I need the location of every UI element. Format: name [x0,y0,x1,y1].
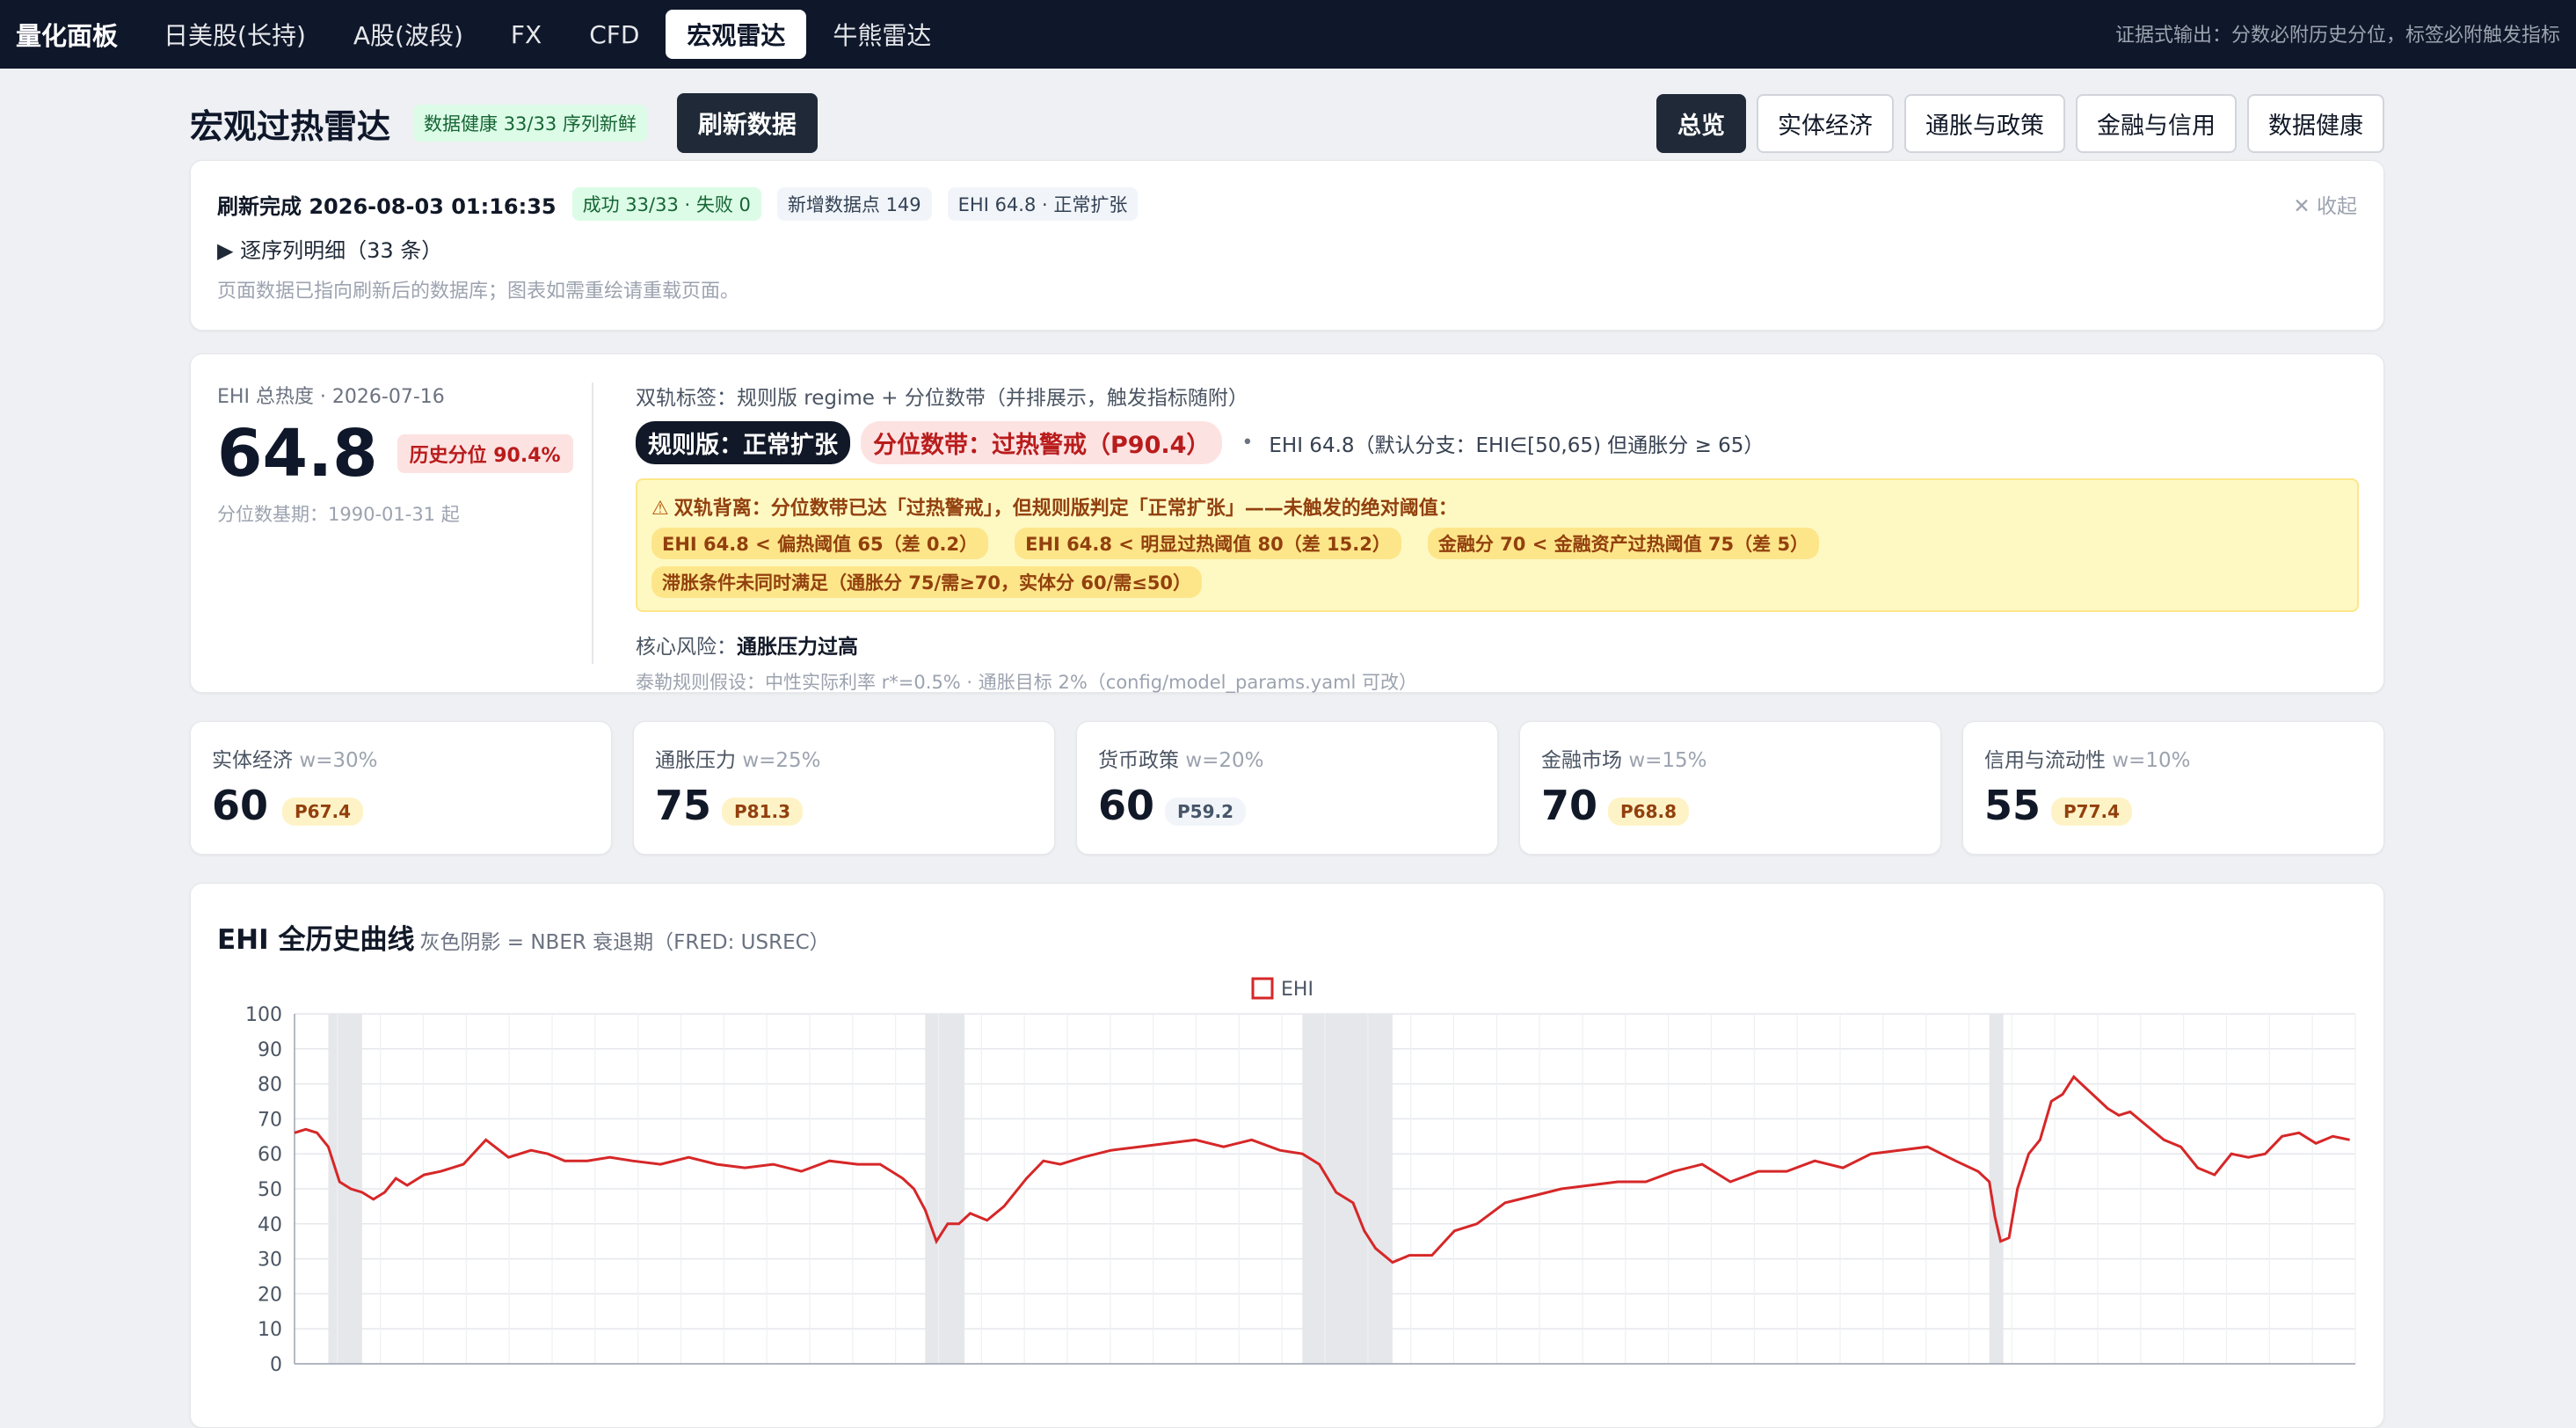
legend-swatch [1251,977,1274,1000]
rule-regime-tag: 规则版：正常扩张 [636,421,850,464]
metric-value: 70 [1541,782,1598,829]
tab-real-economy[interactable]: 实体经济 [1757,93,1894,153]
metric-weight: w=15% [1628,749,1707,772]
threshold-chip: EHI 64.8 < 明显过热阈值 80（差 15.2） [1015,528,1401,559]
ehi-line-chart: 0 10 20 30 40 50 60 70 80 90 100 EHI [245,977,2356,1376]
metric-weight: w=25% [742,749,821,772]
legend-label: EHI [1281,979,1313,1001]
metric-percentile: P59.2 [1165,798,1247,826]
core-risk-value: 通胀压力过高 [737,636,858,659]
warning-title: 双轨背离：分位数带已达「过热警戒」，但规则版判定「正常扩张」——未触发的绝对阈值… [673,498,1458,520]
data-health-badge: 数据健康 33/33 序列新鲜 [413,105,647,142]
metric-weight: w=10% [2112,749,2191,772]
tab-finance-credit[interactable]: 金融与信用 [2076,93,2237,153]
nav-tab-bull-bear-radar[interactable]: 牛熊雷达 [811,10,952,59]
tab-inflation-policy[interactable]: 通胀与政策 [1904,93,2065,153]
metric-weight: w=20% [1185,749,1264,772]
nav-tab-fx[interactable]: FX [490,10,563,59]
metric-card-monetary-policy: 货币政策 w=20% 60 P59.2 [1076,721,1498,855]
collapse-button[interactable]: ✕ 收起 [2293,189,2357,219]
y-tick-label: 20 [258,1284,282,1306]
dual-track-label: 双轨标签：规则版 regime + 分位数带（并排展示，触发指标随附） [636,387,1248,410]
metric-value: 60 [1098,782,1155,829]
metric-percentile: P67.4 [282,798,364,826]
metric-card-inflation: 通胀压力 w=25% 75 P81.3 [633,721,1055,855]
metric-card-real-economy: 实体经济 w=30% 60 P67.4 [190,721,612,855]
y-tick-label: 60 [258,1144,282,1166]
metric-name: 金融市场 [1541,749,1622,772]
metric-percentile: P77.4 [2051,798,2133,826]
taylor-rule-note: 泰勒规则假设：中性实际利率 r*=0.5% · 通胀目标 2%（config/m… [636,672,1418,693]
metric-value: 60 [212,782,269,829]
ehi-percentile-badge: 历史分位 90.4% [397,434,573,473]
view-tabs: 总览 实体经济 通胀与政策 金融与信用 数据健康 [1656,93,2384,153]
metric-card-financial-market: 金融市场 w=15% 70 P68.8 [1519,721,1941,855]
page-title: 宏观过热雷达 [190,106,391,146]
separator-dot: • [1241,432,1254,454]
threshold-chip: 滞胀条件未同时满足（通胀分 75/需≥70，实体分 60/需≤50） [651,566,1203,598]
tab-overview[interactable]: 总览 [1656,93,1746,153]
y-tick-label: 50 [258,1179,282,1201]
divider [592,382,593,664]
y-tick-label: 90 [258,1039,282,1061]
tab-data-health[interactable]: 数据健康 [2247,93,2384,153]
metric-name: 实体经济 [212,749,293,772]
refresh-status-badge: 成功 33/33 · 失败 0 [571,187,761,221]
y-tick-label: 10 [258,1319,282,1341]
nav-tab-macro-radar[interactable]: 宏观雷达 [666,10,807,59]
metric-percentile: P81.3 [722,798,804,826]
metric-name: 通胀压力 [655,749,736,772]
refresh-done-text: 刷新完成 2026-08-03 01:16:35 [217,193,557,219]
ehi-state-badge: EHI 64.8 · 正常扩张 [947,187,1139,221]
metric-value: 55 [1984,782,2041,829]
ehi-score: 64.8 [217,416,378,492]
close-icon: ✕ [2293,195,2317,218]
y-tick-label: 0 [270,1354,282,1376]
metric-name: 信用与流动性 [1984,749,2106,772]
page-header: 宏观过热雷达 数据健康 33/33 序列新鲜 刷新数据 总览 实体经济 通胀与政… [190,93,2384,153]
threshold-chip: EHI 64.8 < 偏热阈值 65（差 0.2） [651,528,989,559]
nav-tab-cfd[interactable]: CFD [568,10,660,59]
percentile-band-tag: 分位数带：过热警戒（P90.4） [861,421,1223,464]
series-detail-toggle[interactable]: ▶ 逐序列明细（33 条） [217,233,442,264]
core-risk: 核心风险：通胀压力过高 [636,636,858,659]
top-nav: 量化面板 日美股(长持) A股(波段) FX CFD 宏观雷达 牛熊雷达 证据式… [0,0,2576,69]
y-tick-label: 30 [258,1250,282,1271]
divergence-warning: ⚠ 双轨背离：分位数带已达「过热警戒」，但规则版判定「正常扩张」——未触发的绝对阈… [636,478,2359,612]
y-tick-label: 40 [258,1214,282,1236]
refresh-result-card: 刷新完成 2026-08-03 01:16:35 成功 33/33 · 失败 0… [190,160,2384,331]
nav-tab-a-shares[interactable]: A股(波段) [332,10,484,59]
percentile-base-note: 分位数基期：1990-01-31 起 [217,504,460,525]
metric-value: 75 [655,782,712,829]
warning-icon: ⚠ [651,498,669,520]
brand-logo[interactable]: 量化面板 [16,16,118,53]
y-tick-label: 100 [245,1004,282,1026]
nav-tab-jp-us-stocks[interactable]: 日美股(长持) [142,10,327,59]
y-tick-label: 70 [258,1109,282,1131]
metric-name: 货币政策 [1098,749,1179,772]
default-branch-note: EHI 64.8（默认分支：EHI∈[50,65) 但通胀分 ≥ 65） [1269,434,1765,457]
metric-percentile: P68.8 [1608,798,1690,826]
metric-card-credit-liquidity: 信用与流动性 w=10% 55 P77.4 [1962,721,2384,855]
refresh-data-button[interactable]: 刷新数据 [676,93,818,153]
ehi-label: EHI 总热度 · 2026-07-16 [217,386,445,408]
threshold-chip: 金融分 70 < 金融资产过热阈值 75（差 5） [1427,528,1820,559]
ehi-history-chart-card: EHI 全历史曲线 灰色阴影 = NBER 衰退期（FRED: USREC） 01… [190,883,2384,1428]
evidence-note: 证据式输出：分数必附历史分位，标签必附触发指标 [2114,25,2560,47]
new-points-badge: 新增数据点 149 [776,187,932,221]
ehi-card: EHI 总热度 · 2026-07-16 64.8 历史分位 90.4% 分位数… [190,353,2384,693]
refresh-note: 页面数据已指向刷新后的数据库；图表如需重绘请重载页面。 [217,280,740,302]
y-tick-label: 80 [258,1075,282,1096]
metric-weight: w=30% [299,749,378,772]
